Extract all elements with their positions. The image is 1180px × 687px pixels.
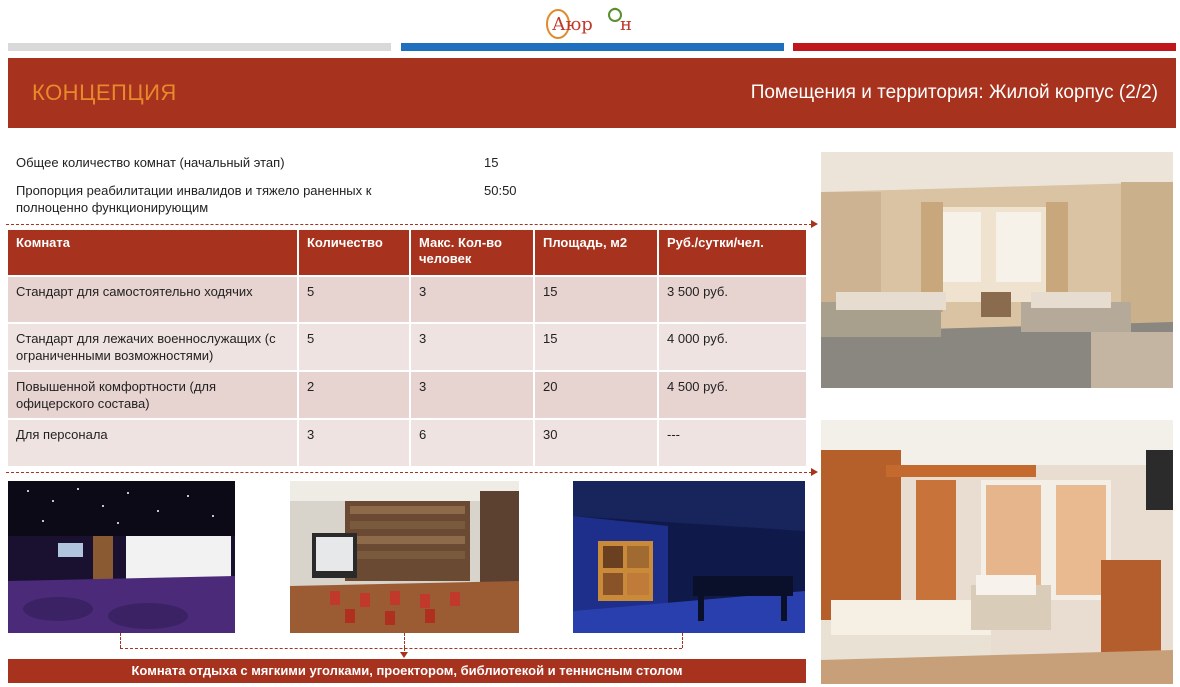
cell-area: 20 [534, 370, 659, 419]
cell-count: 5 [298, 275, 411, 323]
cell-max-people: 3 [410, 370, 535, 419]
table-row: Стандарт для самостоятельно ходячих 5 3 … [8, 275, 806, 323]
room-image [821, 152, 1173, 388]
cell-room: Повышенной комфортности (для офицерского… [8, 370, 299, 419]
column-header-count: Количество [298, 230, 411, 276]
library-image [290, 481, 519, 633]
photo-standard-room [821, 152, 1173, 388]
column-header-room: Комната [8, 230, 299, 276]
stripe-red [793, 43, 1176, 51]
game-room-image [573, 481, 805, 633]
cell-max-people: 3 [410, 275, 535, 323]
cell-count: 3 [298, 418, 411, 466]
cell-max-people: 6 [410, 418, 535, 466]
lounge-caption: Комната отдыха с мягкими уголками, проек… [8, 659, 806, 683]
section-title: КОНЦЕПЦИЯ [32, 80, 177, 105]
cell-count: 5 [298, 322, 411, 371]
connector-line [404, 633, 405, 648]
cell-area: 30 [534, 418, 659, 466]
svg-text:н: н [620, 14, 632, 35]
column-header-max-people: Макс. Кол-во человек [410, 230, 535, 276]
table-row: Повышенной комфортности (для офицерского… [8, 370, 806, 419]
cell-room: Стандарт для самостоятельно ходячих [8, 275, 299, 323]
divider-arrow-bottom [6, 468, 818, 476]
cell-room: Стандарт для лежачих военнослужащих (с о… [8, 322, 299, 371]
cell-max-people: 3 [410, 322, 535, 371]
room-image [821, 420, 1173, 684]
stripe-gray [8, 43, 391, 51]
company-logo: Аюр н [540, 4, 640, 40]
photo-comfort-room [821, 420, 1173, 684]
cell-price: --- [658, 418, 806, 466]
connector-line [120, 648, 682, 649]
column-header-price: Руб./сутки/чел. [658, 230, 806, 276]
header-band: КОНЦЕПЦИЯ Помещения и территория: Жилой … [8, 58, 1176, 128]
summary-label: Общее количество комнат (начальный этап) [16, 155, 285, 170]
lounge-image [8, 481, 235, 633]
slide-title: Помещения и территория: Жилой корпус (2/… [750, 82, 1158, 103]
logo-mark: Аюр н [546, 7, 632, 39]
connector-line [120, 633, 121, 648]
table-row: Стандарт для лежачих военнослужащих (с о… [8, 322, 806, 371]
column-header-area: Площадь, м2 [534, 230, 659, 276]
svg-text:Аюр: Аюр [552, 14, 593, 35]
connector-line [682, 633, 683, 648]
cell-price: 4 500 руб. [658, 370, 806, 419]
photo-library-room [290, 481, 519, 633]
summary-label: Пропорция реабилитации инвалидов и тяжел… [16, 183, 372, 215]
cell-count: 2 [298, 370, 411, 419]
arrow-down-icon [400, 652, 408, 658]
stripe-blue [401, 43, 784, 51]
cell-price: 3 500 руб. [658, 275, 806, 323]
cell-price: 4 000 руб. [658, 322, 806, 371]
photo-game-room [573, 481, 805, 633]
cell-room: Для персонала [8, 418, 299, 466]
room-table: Комната Количество Макс. Кол-во человек … [8, 230, 806, 466]
table-row: Для персонала 3 6 30 --- [8, 418, 806, 466]
divider-arrow-top [6, 220, 818, 228]
table-header-row: Комната Количество Макс. Кол-во человек … [8, 230, 806, 276]
summary-value: 50:50 [484, 183, 517, 198]
cell-area: 15 [534, 275, 659, 323]
cell-area: 15 [534, 322, 659, 371]
summary-value: 15 [484, 155, 499, 170]
photo-cinema-room [8, 481, 235, 633]
